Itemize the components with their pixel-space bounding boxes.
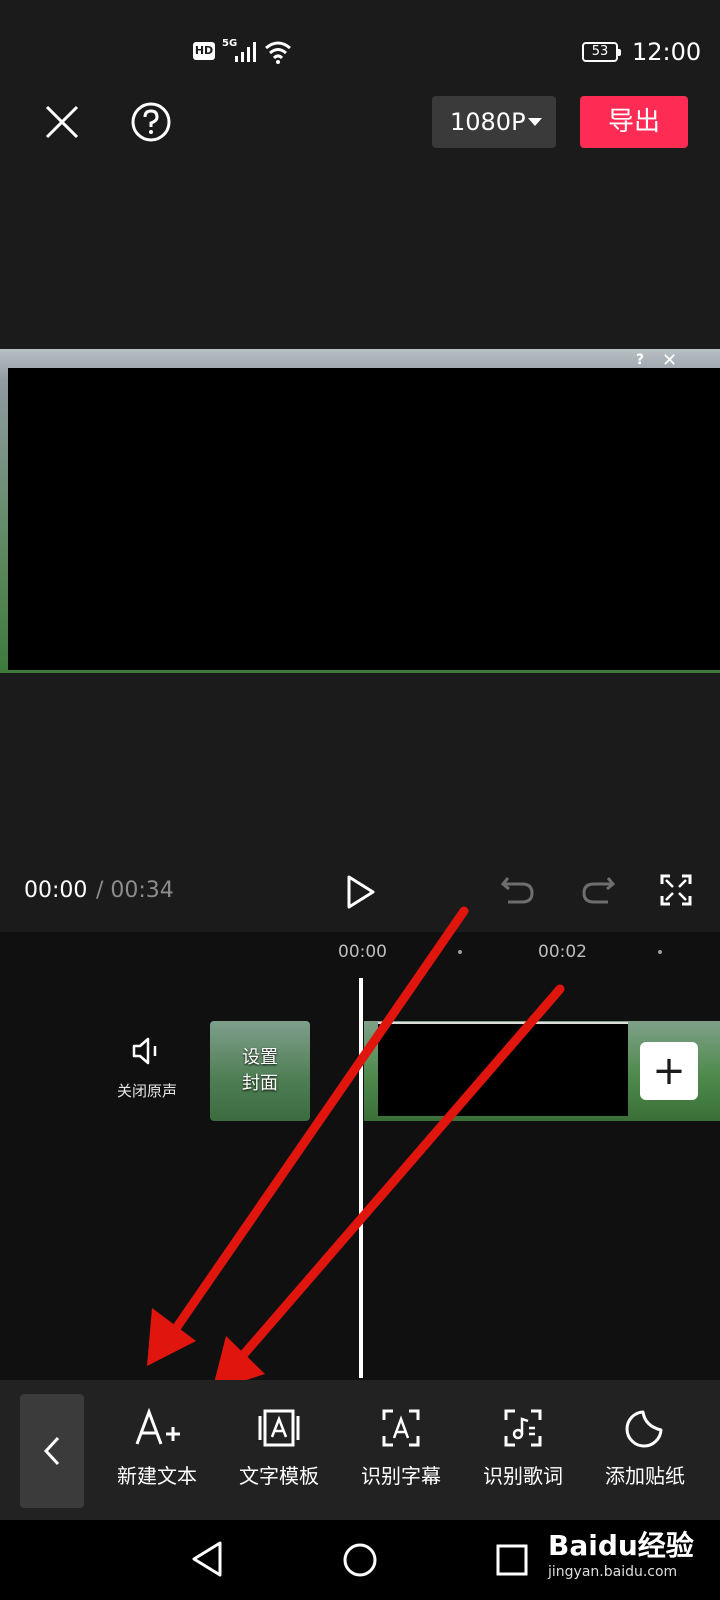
baidu-watermark: Baidu经验 jingyan.baidu.com xyxy=(548,1524,718,1598)
ruler-tick: 00:00 xyxy=(338,942,387,962)
resolution-dropdown[interactable]: 1080P xyxy=(432,96,556,148)
text-template-icon xyxy=(258,1409,300,1447)
tool-label: 识别字幕 xyxy=(361,1464,441,1488)
tool-label: 添加贴纸 xyxy=(605,1464,685,1488)
redo-icon[interactable] xyxy=(580,874,616,906)
cover-label-line1: 设置 xyxy=(242,1047,278,1068)
tool-label: 识别歌词 xyxy=(483,1464,563,1488)
watermark-main: Baidu经验 xyxy=(548,1529,694,1562)
mute-label: 关闭原声 xyxy=(116,1082,177,1100)
add-sticker-button[interactable]: 添加贴纸 xyxy=(590,1408,700,1489)
hd-icon: HD xyxy=(193,42,215,60)
watermark-sub: jingyan.baidu.com xyxy=(548,1564,678,1580)
nav-recents-icon[interactable] xyxy=(496,1544,528,1576)
export-button[interactable]: 导出 xyxy=(580,96,688,148)
clock: 12:00 xyxy=(632,38,702,66)
text-template-button[interactable]: 文字模板 xyxy=(224,1408,334,1489)
resolution-value: 1080P xyxy=(450,108,526,136)
preview-close-icon[interactable]: ✕ xyxy=(662,350,677,371)
cover-label: 设置 封面 xyxy=(216,1045,304,1097)
signal-icon xyxy=(235,42,256,62)
status-bar: HD 5G 53 12:00 xyxy=(0,0,720,80)
mute-original-audio-button[interactable]: 关闭原声 xyxy=(102,1036,192,1101)
total-time: / 00:34 xyxy=(96,878,174,903)
set-cover-button[interactable]: 设置 封面 xyxy=(210,1021,310,1121)
battery-indicator: 53 xyxy=(582,42,621,62)
nav-home-icon[interactable] xyxy=(342,1542,378,1578)
ruler-tick: 00:02 xyxy=(538,942,587,962)
add-clip-button[interactable]: + xyxy=(640,1042,698,1100)
close-icon[interactable] xyxy=(44,104,80,140)
cover-label-line2: 封面 xyxy=(242,1073,278,1094)
ruler-dot xyxy=(458,950,462,954)
back-button[interactable] xyxy=(20,1394,84,1508)
current-time: 00:00 xyxy=(24,878,88,903)
clip-redaction xyxy=(378,1022,628,1116)
wifi-icon xyxy=(265,41,291,64)
playhead[interactable] xyxy=(359,978,363,1378)
caret-down-icon xyxy=(528,118,542,126)
preview-help-icon[interactable]: ? xyxy=(636,352,644,368)
recognize-subtitle-icon xyxy=(382,1409,420,1447)
sticker-icon xyxy=(625,1410,663,1448)
play-icon[interactable] xyxy=(346,874,376,910)
ruler-dot xyxy=(658,950,662,954)
fullscreen-icon[interactable] xyxy=(660,874,692,906)
text-add-icon xyxy=(135,1408,180,1445)
tool-label: 文字模板 xyxy=(239,1464,319,1488)
preview-redaction xyxy=(8,368,720,670)
recognize-lyrics-icon xyxy=(504,1409,542,1447)
undo-icon[interactable] xyxy=(500,874,536,906)
recognize-lyrics-button[interactable]: 识别歌词 xyxy=(468,1408,578,1489)
nav-back-icon[interactable] xyxy=(190,1540,224,1578)
new-text-button[interactable]: 新建文本 xyxy=(102,1408,212,1489)
recognize-subtitle-button[interactable]: 识别字幕 xyxy=(346,1408,456,1489)
speaker-icon xyxy=(132,1037,157,1065)
tool-label: 新建文本 xyxy=(117,1464,197,1488)
help-icon[interactable] xyxy=(131,102,171,142)
chevron-left-icon xyxy=(43,1436,60,1466)
